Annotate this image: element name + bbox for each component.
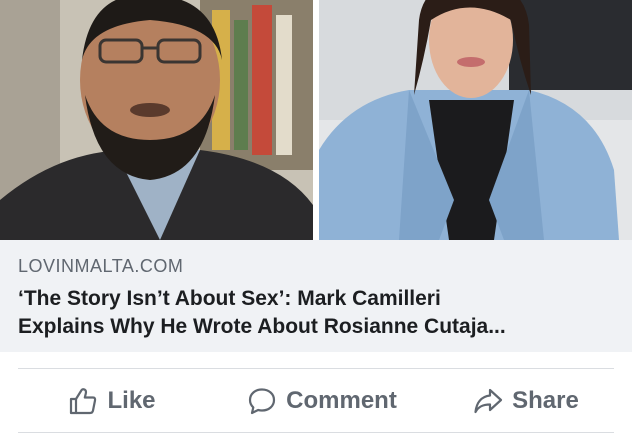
preview-image-woman[interactable] xyxy=(319,0,632,240)
woman-portrait-illustration xyxy=(319,0,632,240)
comment-button[interactable]: Comment xyxy=(216,369,428,432)
action-bar-bottom-divider xyxy=(18,432,614,433)
thumbs-up-icon xyxy=(70,387,97,414)
preview-image-man[interactable] xyxy=(0,0,313,240)
man-portrait-illustration xyxy=(0,0,313,240)
link-headline-line-1[interactable]: ‘The Story Isn’t About Sex’: Mark Camill… xyxy=(18,285,614,313)
like-button[interactable]: Like xyxy=(8,369,216,432)
like-label: Like xyxy=(107,386,156,414)
link-preview-images[interactable] xyxy=(0,0,632,240)
post-action-bar: Like Comment Share xyxy=(0,369,632,432)
share-arrow-icon xyxy=(474,388,503,413)
link-headline-line-2[interactable]: Explains Why He Wrote About Rosianne Cut… xyxy=(18,313,614,341)
share-label: Share xyxy=(512,386,579,414)
comment-label: Comment xyxy=(286,386,397,414)
speech-bubble-icon xyxy=(249,387,276,414)
link-domain: LOVINMALTA.COM xyxy=(18,256,184,276)
link-preview-card[interactable]: LOVINMALTA.COM ‘The Story Isn’t About Se… xyxy=(0,240,632,352)
share-button[interactable]: Share xyxy=(428,369,624,432)
